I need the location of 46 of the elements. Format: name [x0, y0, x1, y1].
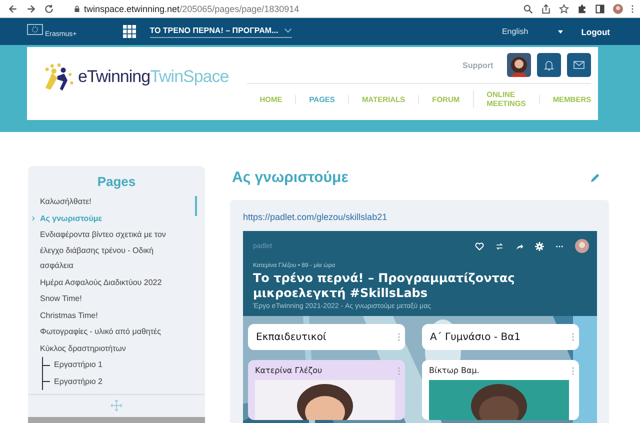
padlet-link[interactable]: https://padlet.com/glezou/skillslab21 — [243, 212, 597, 222]
bell-icon — [543, 59, 556, 71]
notifications-button[interactable] — [537, 53, 562, 77]
back-icon[interactable] — [8, 4, 18, 14]
remake-icon[interactable] — [495, 242, 504, 250]
logout-link[interactable]: Logout — [581, 26, 610, 36]
page-link[interactable]: Εργαστήριο 1 — [54, 357, 103, 374]
padlet-title: Το τρένο περνά! – Προγραμματίζοντας μικροελεγκτή #SkillsLabs — [252, 270, 516, 301]
logo-text: eTwinning — [78, 67, 150, 87]
forward-icon[interactable] — [26, 4, 36, 14]
page-link[interactable]: Christmas Time! — [40, 308, 98, 324]
project-selector[interactable]: ΤΟ ΤΡΕΝΟ ΠΕΡΝΑ! – ΠΡΟΓΡΑΜ... — [150, 25, 292, 38]
share-icon[interactable] — [515, 242, 524, 250]
page-link[interactable]: Snow Time! — [40, 291, 82, 308]
zoom-icon[interactable] — [523, 4, 533, 14]
lock-icon — [74, 4, 80, 12]
heart-icon[interactable] — [475, 242, 484, 250]
messages-button[interactable] — [567, 53, 592, 77]
avatar-icon[interactable] — [613, 4, 623, 14]
caret-icon — [558, 30, 564, 34]
page-link[interactable]: Κύκλος δραστηριοτήτων — [40, 340, 126, 357]
settings-icon[interactable] — [535, 242, 544, 250]
url-field[interactable]: twinspace.etwinning.net/205065/pages/page/1830914 — [84, 4, 300, 14]
profile-avatar[interactable] — [507, 53, 532, 77]
caret-icon — [284, 28, 292, 33]
logo-text: TwinSpace — [150, 67, 229, 87]
star-icon[interactable] — [559, 4, 569, 14]
page-link[interactable]: Ενδιαφέροντα βίντεο σχετικά με τον έλεγχο διάβασης τρένου - Οδική ασφάλεια — [40, 227, 187, 274]
reload-icon[interactable] — [44, 4, 54, 14]
page-link[interactable]: Φωτογραφίες - υλικό από μαθητές — [40, 324, 161, 340]
share-icon[interactable] — [541, 4, 551, 14]
apps-grid-icon[interactable] — [122, 25, 136, 38]
language-selector[interactable]: English — [502, 27, 564, 36]
page-link[interactable]: Εργαστήριο 2 — [54, 374, 103, 390]
scrollbar-thumb[interactable] — [195, 196, 197, 216]
sidebar-icon[interactable] — [595, 4, 605, 14]
page-title: Ας γνωριστούμε — [232, 169, 348, 186]
page-link[interactable]: Ημέρα Ασφαλούς Διαδικτύου 2022 — [40, 274, 162, 291]
sidebar-title: Pages — [96, 173, 137, 191]
mail-icon — [573, 59, 586, 71]
menu-icon[interactable] — [631, 4, 634, 14]
puzzle-icon[interactable] — [577, 4, 587, 14]
page-link[interactable]: Καλωσήλθατε! — [40, 194, 92, 210]
edit-icon[interactable] — [590, 172, 601, 183]
flag-icon — [27, 24, 43, 35]
avatar-icon[interactable] — [575, 239, 589, 253]
